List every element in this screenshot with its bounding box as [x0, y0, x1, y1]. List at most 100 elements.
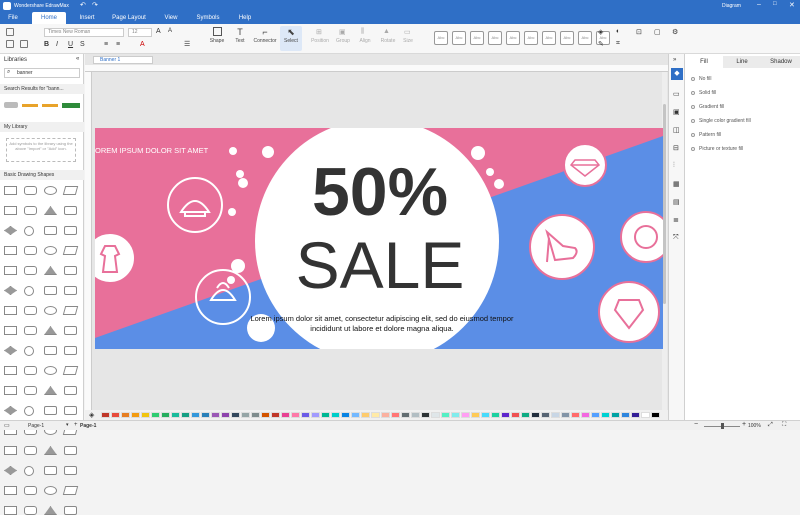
- style-preset[interactable]: Abc: [524, 31, 538, 45]
- replace-icon[interactable]: ⊡: [636, 28, 642, 36]
- color-swatch[interactable]: [531, 412, 540, 418]
- tool-group[interactable]: Group: [334, 38, 352, 44]
- fill-panel-icon[interactable]: ◆: [671, 68, 683, 80]
- shrink-font-icon[interactable]: A: [168, 28, 172, 34]
- basic-shape[interactable]: [4, 226, 17, 235]
- color-swatch[interactable]: [651, 412, 660, 418]
- tab-fill[interactable]: Fill: [685, 56, 723, 68]
- style-preset[interactable]: Abc: [434, 31, 448, 45]
- banner-body-text[interactable]: Lorem ipsum dolor sit amet, consectetur …: [247, 314, 517, 334]
- color-swatch[interactable]: [491, 412, 500, 418]
- fill-option-single-gradient[interactable]: Single color gradient fill: [691, 118, 751, 124]
- basic-shape[interactable]: [64, 466, 77, 475]
- color-swatch[interactable]: [621, 412, 630, 418]
- basic-shape[interactable]: [4, 326, 17, 335]
- basic-shape[interactable]: [44, 406, 57, 415]
- copy-icon[interactable]: [20, 40, 28, 48]
- color-swatch[interactable]: [381, 412, 390, 418]
- color-swatch[interactable]: [511, 412, 520, 418]
- color-swatch[interactable]: [561, 412, 570, 418]
- color-swatch[interactable]: [221, 412, 230, 418]
- basic-shape[interactable]: [4, 366, 17, 375]
- line-color-icon[interactable]: ✎: [598, 40, 604, 48]
- basic-shape[interactable]: [44, 466, 57, 475]
- paste-icon[interactable]: [6, 40, 14, 48]
- image-panel-icon[interactable]: ▣: [673, 108, 680, 116]
- fill-icon[interactable]: ◈: [598, 28, 603, 36]
- basic-shape[interactable]: [44, 246, 57, 255]
- basic-shape[interactable]: [44, 266, 57, 275]
- data-panel-icon[interactable]: ⊟: [673, 144, 679, 152]
- color-swatch[interactable]: [201, 412, 210, 418]
- tool-shape[interactable]: Shape: [206, 27, 228, 44]
- style-preset[interactable]: Abc: [560, 31, 574, 45]
- color-swatch[interactable]: [291, 412, 300, 418]
- color-swatch[interactable]: [111, 412, 120, 418]
- user-label[interactable]: Diagram: [722, 3, 741, 9]
- basic-shape[interactable]: [64, 386, 77, 395]
- basic-shape[interactable]: [62, 246, 79, 255]
- bold-icon[interactable]: B: [44, 41, 49, 48]
- basic-shape[interactable]: [24, 406, 34, 416]
- color-swatch[interactable]: [411, 412, 420, 418]
- result-banner-2[interactable]: [22, 104, 38, 107]
- basic-shape[interactable]: [24, 466, 34, 476]
- color-swatch[interactable]: [351, 412, 360, 418]
- color-swatch[interactable]: [181, 412, 190, 418]
- color-swatch[interactable]: [231, 412, 240, 418]
- font-size-select[interactable]: 12: [128, 28, 152, 37]
- tool-select[interactable]: ⬉ Select: [280, 26, 302, 51]
- add-page-icon[interactable]: +: [74, 422, 78, 428]
- collapse-panel-icon[interactable]: «: [76, 56, 79, 62]
- color-swatch[interactable]: [211, 412, 220, 418]
- basic-shape[interactable]: [44, 286, 57, 295]
- color-swatch[interactable]: [131, 412, 140, 418]
- history-panel-icon[interactable]: ≣: [673, 216, 679, 224]
- menu-symbols[interactable]: Symbols: [194, 12, 222, 24]
- color-swatch[interactable]: [331, 412, 340, 418]
- basic-shape[interactable]: [24, 366, 37, 375]
- underline-icon[interactable]: U: [68, 41, 73, 48]
- menu-help[interactable]: Help: [236, 12, 254, 24]
- grow-font-icon[interactable]: A: [156, 28, 161, 35]
- fill-option-picture[interactable]: Picture or texture fill: [691, 146, 743, 152]
- result-banner-3[interactable]: [42, 104, 58, 107]
- color-swatch[interactable]: [191, 412, 200, 418]
- italic-icon[interactable]: I: [56, 41, 58, 48]
- basic-shape[interactable]: [44, 186, 57, 195]
- layers-panel-icon[interactable]: ◫: [673, 126, 680, 134]
- fill-option-none[interactable]: No fill: [691, 76, 712, 82]
- strike-icon[interactable]: S: [80, 41, 85, 48]
- color-swatch[interactable]: [631, 412, 640, 418]
- color-swatch[interactable]: [541, 412, 550, 418]
- basic-shape[interactable]: [24, 506, 37, 515]
- basic-shape[interactable]: [62, 186, 79, 195]
- color-swatch[interactable]: [301, 412, 310, 418]
- banner[interactable]: OREM IPSUM DOLOR SIT AMET 50% SALE Lorem…: [95, 128, 663, 349]
- maximize-icon[interactable]: □: [773, 1, 777, 7]
- basic-shape[interactable]: [62, 366, 79, 375]
- library-search-input[interactable]: banner: [4, 68, 80, 78]
- table-panel-icon[interactable]: ▦: [673, 180, 680, 188]
- fill-bucket-icon[interactable]: ◈: [89, 411, 94, 419]
- fit-page-icon[interactable]: ⤢: [768, 422, 773, 429]
- basic-shape[interactable]: [44, 446, 57, 455]
- basic-shape[interactable]: [64, 266, 77, 275]
- basic-shape[interactable]: [44, 326, 57, 335]
- basic-shape[interactable]: [24, 266, 37, 275]
- basic-shape[interactable]: [24, 226, 34, 236]
- fill-option-solid[interactable]: Solid fill: [691, 90, 716, 96]
- tool-text[interactable]: T Text: [230, 27, 250, 44]
- color-swatch[interactable]: [611, 412, 620, 418]
- basic-shape[interactable]: [4, 486, 17, 495]
- basic-shape[interactable]: [4, 246, 17, 255]
- menu-file[interactable]: File: [4, 12, 22, 24]
- zoom-level[interactable]: 100%: [748, 423, 761, 429]
- color-swatch[interactable]: [501, 412, 510, 418]
- tab-line[interactable]: Line: [723, 56, 761, 68]
- color-swatch[interactable]: [261, 412, 270, 418]
- color-swatch[interactable]: [341, 412, 350, 418]
- color-swatch[interactable]: [141, 412, 150, 418]
- color-swatch[interactable]: [641, 412, 650, 418]
- minimize-icon[interactable]: –: [757, 1, 761, 8]
